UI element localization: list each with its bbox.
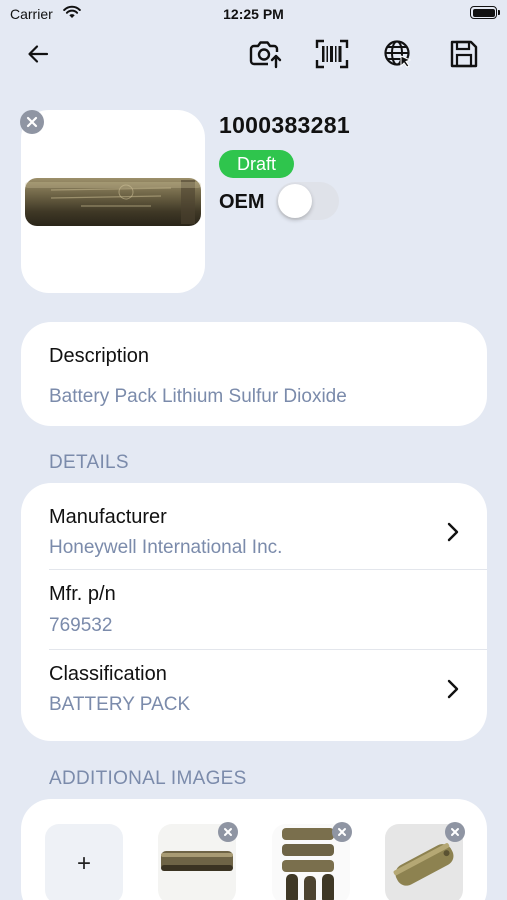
description-label: Description (49, 345, 150, 367)
close-icon (26, 116, 38, 128)
classification-value: BATTERY PACK (49, 694, 191, 715)
description-value: Battery Pack Lithium Sulfur Dioxide (49, 386, 347, 407)
close-icon (224, 828, 232, 836)
oem-toggle[interactable] (276, 182, 339, 220)
additional-image-thumbnail[interactable] (385, 822, 465, 900)
mfr-pn-value: 769532 (49, 615, 113, 636)
battery-icon (470, 6, 500, 19)
details-card: Manufacturer Honeywell International Inc… (21, 483, 487, 741)
main-product-photo[interactable] (20, 110, 205, 293)
add-image-button[interactable]: + (45, 824, 123, 900)
additional-images-header: ADDITIONAL IMAGES (49, 768, 247, 789)
classification-row[interactable]: Classification BATTERY PACK (21, 650, 487, 730)
remove-main-photo-button[interactable] (20, 110, 44, 134)
save-button[interactable] (446, 36, 482, 72)
back-button[interactable] (20, 36, 56, 72)
camera-upload-button[interactable] (247, 36, 283, 72)
back-arrow-icon (28, 45, 49, 63)
globe-icon (384, 40, 412, 68)
chevron-right-icon (447, 522, 459, 542)
oem-label: OEM (219, 191, 265, 213)
manufacturer-row[interactable]: Manufacturer Honeywell International Inc… (21, 483, 487, 563)
remove-image-button[interactable] (445, 822, 465, 842)
close-icon (451, 828, 459, 836)
additional-image-thumbnail[interactable] (272, 822, 352, 900)
chevron-right-icon (447, 679, 459, 699)
status-badge: Draft (219, 150, 295, 178)
save-icon (450, 40, 478, 68)
camera-upload-icon (249, 41, 282, 69)
manufacturer-label: Manufacturer (49, 506, 167, 528)
web-search-button[interactable] (380, 36, 416, 72)
battery-photo (25, 178, 201, 226)
part-number: 1000383281 (219, 112, 350, 138)
description-card[interactable]: Description Battery Pack Lithium Sulfur … (21, 322, 487, 426)
details-header: DETAILS (49, 452, 129, 473)
clock: 12:25 PM (223, 6, 284, 22)
remove-image-button[interactable] (332, 822, 352, 842)
barcode-scan-icon (315, 39, 349, 69)
additional-image-thumbnail[interactable] (158, 822, 238, 900)
mfr-pn-row[interactable]: Mfr. p/n 769532 (21, 570, 487, 650)
manufacturer-value: Honeywell International Inc. (49, 537, 283, 558)
close-icon (338, 828, 346, 836)
barcode-scan-button[interactable] (314, 36, 350, 72)
navigation-bar (0, 30, 507, 76)
additional-images-card: + (21, 799, 487, 900)
oem-toggle-knob (278, 184, 312, 218)
classification-label: Classification (49, 663, 167, 685)
status-bar: Carrier 12:25 PM (0, 0, 507, 28)
mfr-pn-label: Mfr. p/n (49, 583, 116, 605)
remove-image-button[interactable] (218, 822, 238, 842)
